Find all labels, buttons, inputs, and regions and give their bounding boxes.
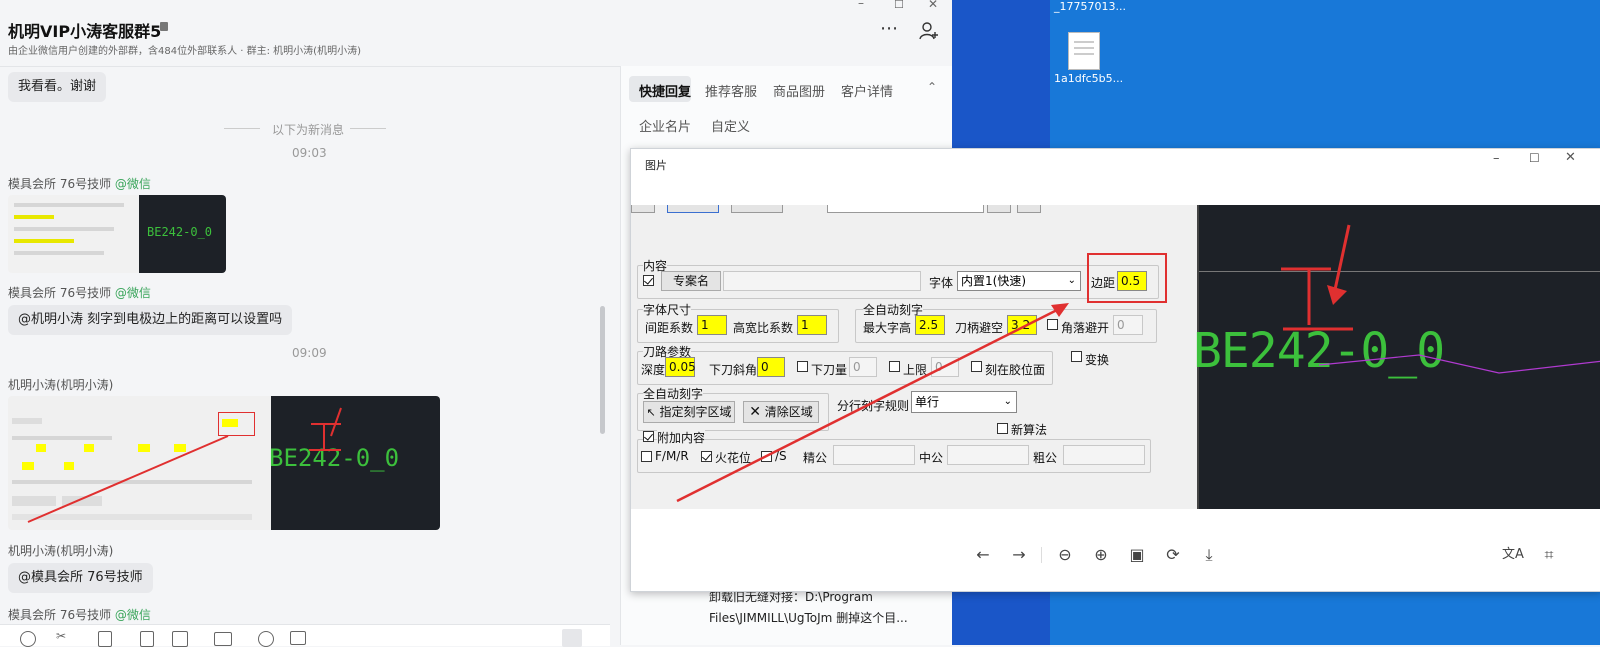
timestamp: 09:09 (292, 346, 327, 360)
prev-icon[interactable]: ← (971, 543, 995, 567)
lock-icon (160, 22, 168, 31)
chat-header: 机明VIP小涛客服群5 由企业微信用户创建的外部群，含484位外部联系人 · 群… (0, 0, 952, 67)
thumb-form (8, 396, 271, 530)
desktop-file-label[interactable]: 1a1dfc5b5... (1054, 72, 1123, 85)
tab-recommend-staff[interactable]: 推荐客服 (705, 81, 757, 100)
sender-name: 模具会所 76号技师 @微信 (8, 286, 151, 300)
annotation-arrow (676, 303, 1069, 503)
divider-line (350, 128, 386, 129)
viewed-image: 内容 专案名 字体 内置1(快速) ⌄ 边距 0.5 字体尺寸 间距系数 1 高宽… (631, 205, 1600, 509)
tab-customer-detail[interactable]: 客户详情 (841, 81, 893, 100)
viewer-maximize-button[interactable]: ☐ (1529, 151, 1540, 165)
scissors-icon[interactable]: ✂ (56, 629, 66, 643)
desktop-file-label[interactable]: _17757013... (1054, 0, 1126, 13)
message-bubble[interactable]: @机明小涛 刻字到电极边上的距离可以设置吗 (8, 305, 293, 335)
image-viewer-window: 图片 – ☐ ✕ 内容 专案名 字体 内置1(快速) ⌄ 边距 0.5 字体尺寸 … (630, 148, 1600, 592)
maximize-button[interactable]: ☐ (894, 0, 904, 11)
zoom-in-icon[interactable]: ⊕ (1089, 543, 1113, 567)
message-bubble[interactable]: 我看看。谢谢 (8, 72, 107, 102)
translate-icon[interactable]: 文A (1501, 543, 1525, 567)
fit-screen-icon[interactable]: ▣ (1125, 543, 1149, 567)
sender-name: 机明小涛(机明小涛) (8, 544, 114, 558)
close-button[interactable]: ✕ (928, 0, 938, 11)
rotate-icon[interactable]: ⟳ (1161, 543, 1185, 567)
group-title[interactable]: 机明VIP小涛客服群5 (8, 18, 161, 42)
preview-panel: BE242-0_0 (1193, 205, 1600, 509)
expand-input-button[interactable] (562, 629, 582, 647)
sender-name: 机明小涛(机明小涛) (8, 378, 114, 392)
image-message[interactable]: BE242-0_0 (8, 396, 440, 530)
add-member-icon[interactable] (918, 20, 940, 42)
new-message-divider: 以下为新消息 (272, 123, 345, 137)
input-toolbar: ✂ (0, 624, 610, 647)
group-subtitle: 由企业微信用户创建的外部群，含484位外部联系人 · 群主: 机明小涛(机明小涛… (8, 46, 361, 57)
text-extract-icon[interactable]: ⌗ (1537, 543, 1561, 567)
chat-scrollbar[interactable] (600, 306, 605, 434)
tab-custom[interactable]: 自定义 (711, 116, 750, 135)
zoom-out-icon[interactable]: ⊖ (1053, 543, 1077, 567)
sender-name: 模具会所 76号技师 @微信 (8, 608, 151, 622)
preview-overlay (1281, 224, 1600, 374)
desktop-file-icon[interactable] (1068, 32, 1100, 70)
viewer-minimize-button[interactable]: – (1493, 151, 1500, 166)
thumb-preview: BE242-0_0 (269, 396, 440, 530)
minimize-button[interactable]: – (858, 0, 864, 10)
thumb-form (8, 195, 139, 273)
thumb-preview: BE242-0_0 (139, 195, 226, 273)
tab-product-album[interactable]: 商品图册 (773, 81, 825, 100)
divider-line (224, 128, 260, 129)
tab-company-card[interactable]: 企业名片 (639, 116, 691, 135)
sender-name: 模具会所 76号技师 @微信 (8, 177, 151, 191)
tab-quick-reply[interactable]: 快捷回复 (639, 81, 691, 100)
image-message[interactable]: BE242-0_0 (8, 195, 226, 273)
toolbar-divider (1041, 547, 1042, 563)
collapse-icon[interactable]: ⌃ (927, 80, 937, 94)
folder-icon[interactable] (214, 632, 232, 646)
viewer-close-button[interactable]: ✕ (1565, 150, 1576, 165)
screen-icon[interactable] (290, 631, 306, 645)
timestamp: 09:03 (292, 146, 327, 160)
reply-snippet[interactable]: 卸载旧无缝对接：D:\Program Files\JIMMILL\UgToJm … (709, 588, 908, 626)
next-icon[interactable]: → (1007, 543, 1031, 567)
viewer-title: 图片 (645, 159, 667, 172)
more-icon[interactable]: ⋯ (880, 18, 899, 39)
download-icon[interactable]: ⤓ (1197, 543, 1221, 567)
message-bubble[interactable]: @模具会所 76号技师 (8, 563, 153, 593)
